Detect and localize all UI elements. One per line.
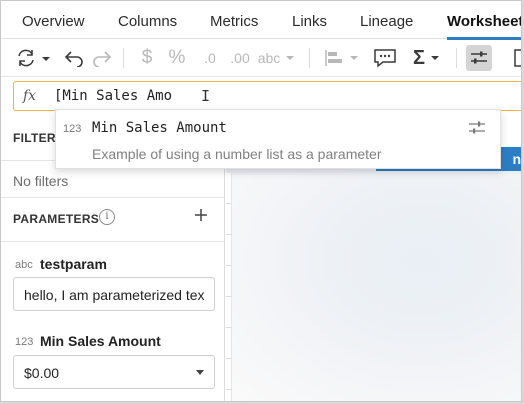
worksheet-window: Overview Columns Metrics Links Lineage W… xyxy=(0,0,522,402)
no-filters-text: No filters xyxy=(13,173,69,189)
more-toolbar-button[interactable] xyxy=(509,45,521,71)
formula-bar[interactable]: fx [Min Sales Amo Ι xyxy=(13,81,521,111)
plus-icon xyxy=(195,209,207,221)
canvas-background xyxy=(232,165,521,401)
fx-icon: fx xyxy=(23,88,37,104)
parameters-heading: PARAMETERS xyxy=(13,212,100,226)
decrease-decimals-button[interactable]: .0 xyxy=(197,45,223,71)
increase-decimals-button[interactable]: .00 xyxy=(227,45,253,71)
redo-icon xyxy=(93,51,112,67)
divider xyxy=(1,197,224,198)
comment-icon xyxy=(374,49,396,68)
autocomplete-item[interactable]: 123 Min Sales Amount Example of using a … xyxy=(56,110,500,168)
percent-format-button[interactable]: % xyxy=(165,45,189,71)
parameters-panel-toggle[interactable] xyxy=(466,45,492,71)
text-format-label: abc xyxy=(257,50,281,66)
comment-button[interactable] xyxy=(371,45,399,71)
sliders-icon xyxy=(471,51,487,64)
undo-button[interactable] xyxy=(63,45,85,71)
tab-metrics[interactable]: Metrics xyxy=(210,1,258,39)
parameter-type-badge: abc xyxy=(15,259,33,271)
align-menu-button[interactable] xyxy=(321,45,361,71)
tab-lineage[interactable]: Lineage xyxy=(360,1,413,39)
selected-value: $0.00 xyxy=(24,365,60,381)
testparam-input[interactable]: hello, I am parameterized tex xyxy=(13,277,215,311)
currency-format-button[interactable]: $ xyxy=(137,45,157,71)
toolbar-divider xyxy=(309,48,310,68)
panel-icon xyxy=(514,49,521,67)
tab-overview[interactable]: Overview xyxy=(22,1,85,39)
add-parameter-button[interactable] xyxy=(193,207,209,227)
number-type-badge: 123 xyxy=(63,123,82,135)
suggestion-description: Example of using a number list as a para… xyxy=(92,146,382,162)
refresh-menu-button[interactable] xyxy=(13,45,53,71)
align-left-icon xyxy=(325,50,358,66)
chevron-down-icon xyxy=(286,56,295,60)
text-cursor-icon: Ι xyxy=(201,87,211,105)
tab-columns[interactable]: Columns xyxy=(118,1,177,39)
toolbar: $ % .0 .00 abc Σ xyxy=(1,39,521,77)
info-icon[interactable]: i xyxy=(99,209,115,225)
canvas-button-label: n xyxy=(512,151,521,167)
tab-links[interactable]: Links xyxy=(292,1,327,39)
divider xyxy=(1,241,224,242)
sigma-icon: Σ xyxy=(412,46,425,69)
parameter-icon xyxy=(468,120,486,141)
min-sales-amount-select[interactable]: $0.00 xyxy=(13,355,215,389)
text-format-menu-button[interactable]: abc xyxy=(257,45,297,71)
suggestion-name: Min Sales Amount xyxy=(92,120,227,136)
toolbar-divider xyxy=(456,48,457,68)
toolbar-divider xyxy=(123,48,124,68)
caret-down-icon xyxy=(196,370,204,375)
autocomplete-dropdown: 123 Min Sales Amount Example of using a … xyxy=(55,109,501,169)
refresh-icon xyxy=(18,49,50,67)
parameter-type-badge: 123 xyxy=(15,336,34,348)
redo-button[interactable] xyxy=(91,45,113,71)
formula-input[interactable]: [Min Sales Amo xyxy=(54,88,172,104)
undo-icon xyxy=(64,51,83,67)
chevron-down-icon xyxy=(431,56,439,60)
tab-bar: Overview Columns Metrics Links Lineage W… xyxy=(1,1,521,40)
aggregate-menu-button[interactable]: Σ xyxy=(409,45,445,71)
parameter-name: testparam xyxy=(40,256,107,272)
parameter-name: Min Sales Amount xyxy=(40,333,161,349)
tab-worksheet[interactable]: Worksheet xyxy=(447,1,521,40)
row-ruler xyxy=(226,173,232,401)
